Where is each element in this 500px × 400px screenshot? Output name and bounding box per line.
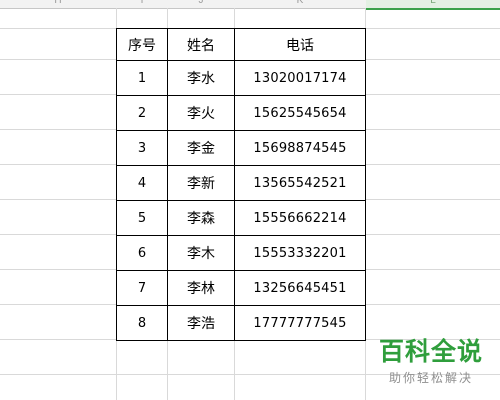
header-cell-phone[interactable]: 电话 [234, 28, 366, 61]
cell-name[interactable]: 李浩 [167, 305, 235, 341]
cell-name[interactable]: 李新 [167, 165, 235, 201]
table-row: 4 李新 13565542521 [116, 165, 366, 201]
cell-index[interactable]: 5 [116, 200, 168, 236]
cell-index[interactable]: 7 [116, 270, 168, 306]
column-header-j[interactable]: J [168, 0, 234, 8]
table-row: 7 李林 13256645451 [116, 270, 366, 306]
cell-phone[interactable]: 15553332201 [234, 235, 366, 271]
column-header-h[interactable]: H [0, 0, 116, 8]
table-row: 8 李浩 17777777545 [116, 305, 366, 341]
cell-index[interactable]: 8 [116, 305, 168, 341]
table-row: 3 李金 15698874545 [116, 130, 366, 166]
cell-name[interactable]: 李木 [167, 235, 235, 271]
watermark-logo: 百科全说 助你轻松解决 [376, 338, 486, 386]
cell-name[interactable]: 李森 [167, 200, 235, 236]
table-header-row: 序号 姓名 电话 [116, 28, 366, 61]
table-row: 5 李森 15556662214 [116, 200, 366, 236]
header-cell-name[interactable]: 姓名 [167, 28, 235, 61]
table-row: 6 李木 15553332201 [116, 235, 366, 271]
column-header-i[interactable]: I [117, 0, 167, 8]
cell-name[interactable]: 李水 [167, 60, 235, 96]
column-header-k[interactable]: K [235, 0, 365, 8]
contacts-table: 序号 姓名 电话 1 李水 13020017174 2 李火 156255456… [116, 28, 366, 341]
cell-index[interactable]: 1 [116, 60, 168, 96]
cell-phone[interactable]: 13020017174 [234, 60, 366, 96]
cell-index[interactable]: 2 [116, 95, 168, 131]
cell-phone[interactable]: 17777777545 [234, 305, 366, 341]
header-cell-index[interactable]: 序号 [116, 28, 168, 61]
cell-phone[interactable]: 15625545654 [234, 95, 366, 131]
cell-phone[interactable]: 13256645451 [234, 270, 366, 306]
cell-phone[interactable]: 15556662214 [234, 200, 366, 236]
column-header-l[interactable]: L [366, 0, 500, 10]
cell-phone[interactable]: 15698874545 [234, 130, 366, 166]
cell-index[interactable]: 3 [116, 130, 168, 166]
cell-phone[interactable]: 13565542521 [234, 165, 366, 201]
cell-name[interactable]: 李火 [167, 95, 235, 131]
table-row: 2 李火 15625545654 [116, 95, 366, 131]
cell-name[interactable]: 李林 [167, 270, 235, 306]
watermark-subtitle: 助你轻松解决 [388, 371, 473, 385]
cell-name[interactable]: 李金 [167, 130, 235, 166]
watermark-title: 百科全说 [378, 337, 483, 366]
table-row: 1 李水 13020017174 [116, 60, 366, 96]
cell-index[interactable]: 6 [116, 235, 168, 271]
cell-index[interactable]: 4 [116, 165, 168, 201]
